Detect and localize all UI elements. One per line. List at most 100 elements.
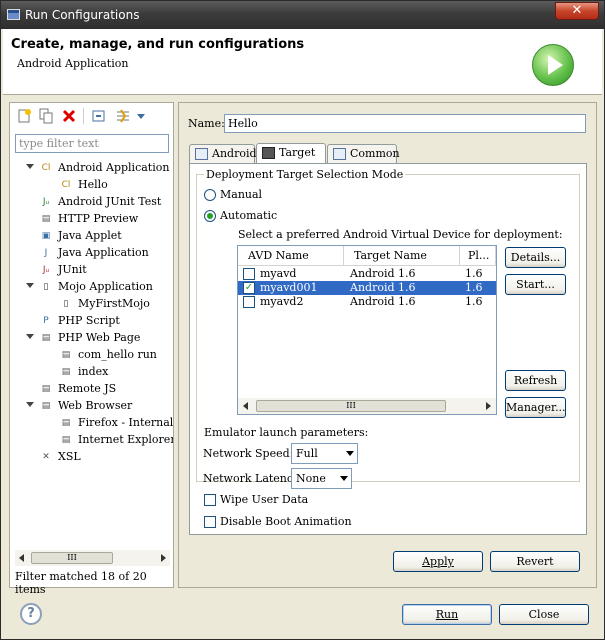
table-row[interactable]: ✓ myavd001 Android 1.6 1.6 xyxy=(238,281,496,295)
tree-item[interactable]: ▯ MyFirstMojo xyxy=(10,295,173,312)
filter-status: Filter matched 18 of 20 items xyxy=(15,570,147,596)
tree-item-label: JUnit xyxy=(58,263,87,276)
revert-button[interactable]: Revert xyxy=(490,551,580,572)
tree-item-label: PHP Script xyxy=(58,314,120,327)
web-browser-icon: ▤ xyxy=(41,401,51,411)
network-speed-value: Full xyxy=(296,447,318,460)
expand-toggle-icon[interactable] xyxy=(26,402,34,407)
details-button[interactable]: Details... xyxy=(505,247,566,268)
tree-item[interactable]: ▤ PHP Web Page xyxy=(10,329,173,346)
avd-row-checkbox[interactable] xyxy=(243,296,255,308)
tree-item[interactable]: Jᵤ JUnit xyxy=(10,261,173,278)
tree-item-label: HTTP Preview xyxy=(58,212,139,225)
duplicate-icon[interactable] xyxy=(38,108,54,124)
tab-android[interactable]: Android xyxy=(189,144,257,163)
tree-item[interactable]: ▤ Internet Explorer - I xyxy=(10,431,173,448)
tab-target[interactable]: Target xyxy=(256,143,326,163)
tree-item-label: Internet Explorer - I xyxy=(78,433,173,446)
tree-horizontal-scrollbar[interactable]: III xyxy=(15,550,170,566)
run-button[interactable]: Run xyxy=(402,604,492,625)
table-row[interactable]: myavd Android 1.6 1.6 xyxy=(238,267,496,281)
close-button[interactable]: Close xyxy=(499,604,589,625)
tree-item-label: XSL xyxy=(58,450,81,463)
php-config-icon: ▤ xyxy=(61,350,71,360)
delete-icon[interactable] xyxy=(61,108,77,124)
network-speed-label: Network Speed: xyxy=(203,447,294,460)
tree-item[interactable]: ✕ XSL xyxy=(10,448,173,465)
scroll-left-icon[interactable] xyxy=(243,402,248,410)
tree-item[interactable]: ▯ Mojo Application xyxy=(10,278,173,295)
platform-cell: 1.6 xyxy=(465,295,483,308)
tree-item[interactable]: Cl Hello xyxy=(10,176,173,193)
tree-item[interactable]: Cl Android Application xyxy=(10,159,173,176)
remote-js-icon: ▤ xyxy=(41,384,51,394)
scroll-right-icon[interactable] xyxy=(486,402,491,410)
tab-common[interactable]: Common xyxy=(327,144,400,163)
expand-toggle-icon[interactable] xyxy=(26,283,34,288)
tree-item[interactable]: ▤ Web Browser xyxy=(10,397,173,414)
new-config-icon[interactable] xyxy=(16,108,32,124)
http-preview-icon: ▤ xyxy=(41,214,51,224)
scroll-right-icon[interactable] xyxy=(161,554,166,562)
java-applet-icon: ▣ xyxy=(41,231,51,241)
header-title: Create, manage, and run configurations xyxy=(11,37,305,52)
platform-cell: 1.6 xyxy=(465,267,483,280)
filter-menu-chevron-down-icon[interactable] xyxy=(137,114,145,119)
filter-icon[interactable] xyxy=(115,108,131,124)
avd-table[interactable]: AVD Name Target Name Pl... myavd Android … xyxy=(237,245,497,415)
common-tab-icon xyxy=(333,148,346,160)
table-row[interactable]: myavd2 Android 1.6 1.6 xyxy=(238,295,496,309)
disable-boot-animation-label: Disable Boot Animation xyxy=(220,515,352,528)
start-button[interactable]: Start... xyxy=(505,274,566,295)
help-icon[interactable]: ? xyxy=(20,603,42,625)
expand-toggle-icon[interactable] xyxy=(26,334,34,339)
tree-item[interactable]: ▤ com_hello run xyxy=(10,346,173,363)
column-header-platform[interactable]: Pl... xyxy=(460,246,496,265)
xsl-icon: ✕ xyxy=(42,452,50,462)
expand-toggle-icon[interactable] xyxy=(26,164,34,169)
tree-item[interactable]: ▤ index xyxy=(10,363,173,380)
platform-cell: 1.6 xyxy=(465,281,483,294)
avd-table-horizontal-scrollbar[interactable]: III xyxy=(238,398,496,414)
column-header-target-name[interactable]: Target Name xyxy=(344,246,460,265)
window-close-button[interactable]: ✕ xyxy=(555,2,599,20)
tree-item-label: PHP Web Page xyxy=(58,331,141,344)
avd-prompt: Select a preferred Android Virtual Devic… xyxy=(238,228,563,241)
avd-row-checkbox[interactable] xyxy=(243,268,255,280)
chevron-down-icon xyxy=(346,451,354,456)
wipe-user-data-checkbox[interactable] xyxy=(204,494,216,506)
manual-radio[interactable] xyxy=(204,189,216,201)
target-name-cell: Android 1.6 xyxy=(350,281,416,294)
column-header-avd-name[interactable]: AVD Name xyxy=(238,246,344,265)
tree-item[interactable]: Jᵤ Android JUnit Test xyxy=(10,193,173,210)
tree-item[interactable]: ▤ Firefox - Internal Se xyxy=(10,414,173,431)
configuration-tree-pane: type filter text Cl Android Application Cl… xyxy=(9,102,174,596)
target-name-cell: Android 1.6 xyxy=(350,295,416,308)
scroll-thumb[interactable]: III xyxy=(31,552,113,564)
manager-button[interactable]: Manager... xyxy=(505,397,566,418)
scroll-left-icon[interactable] xyxy=(19,554,24,562)
avd-row-checkbox[interactable]: ✓ xyxy=(243,282,255,294)
refresh-button[interactable]: Refresh xyxy=(505,370,566,391)
tree-item-label: Firefox - Internal Se xyxy=(78,416,173,429)
tree-item[interactable]: ▤ Remote JS xyxy=(10,380,173,397)
tree-item[interactable]: ▤ HTTP Preview xyxy=(10,210,173,227)
collapse-all-icon[interactable] xyxy=(91,108,107,124)
network-latency-select[interactable]: None xyxy=(291,468,352,489)
php-config-icon: ▤ xyxy=(61,367,71,377)
tree-item[interactable]: ▣ Java Applet xyxy=(10,227,173,244)
tree-item-label: Remote JS xyxy=(58,382,117,395)
automatic-radio[interactable] xyxy=(204,210,216,222)
name-field[interactable]: Hello xyxy=(224,114,586,133)
tree-item[interactable]: J Java Application xyxy=(10,244,173,261)
avd-name-cell: myavd2 xyxy=(260,295,304,308)
apply-button[interactable]: Apply xyxy=(393,551,483,572)
network-speed-select[interactable]: Full xyxy=(291,443,358,464)
tree-item-label: Android Application xyxy=(58,161,170,174)
window-title: Run Configurations xyxy=(25,8,140,22)
filter-input[interactable]: type filter text xyxy=(15,134,169,153)
disable-boot-animation-checkbox[interactable] xyxy=(204,516,216,528)
browser-config-icon: ▤ xyxy=(61,418,71,428)
scroll-thumb[interactable]: III xyxy=(256,400,446,412)
tree-item[interactable]: P PHP Script xyxy=(10,312,173,329)
